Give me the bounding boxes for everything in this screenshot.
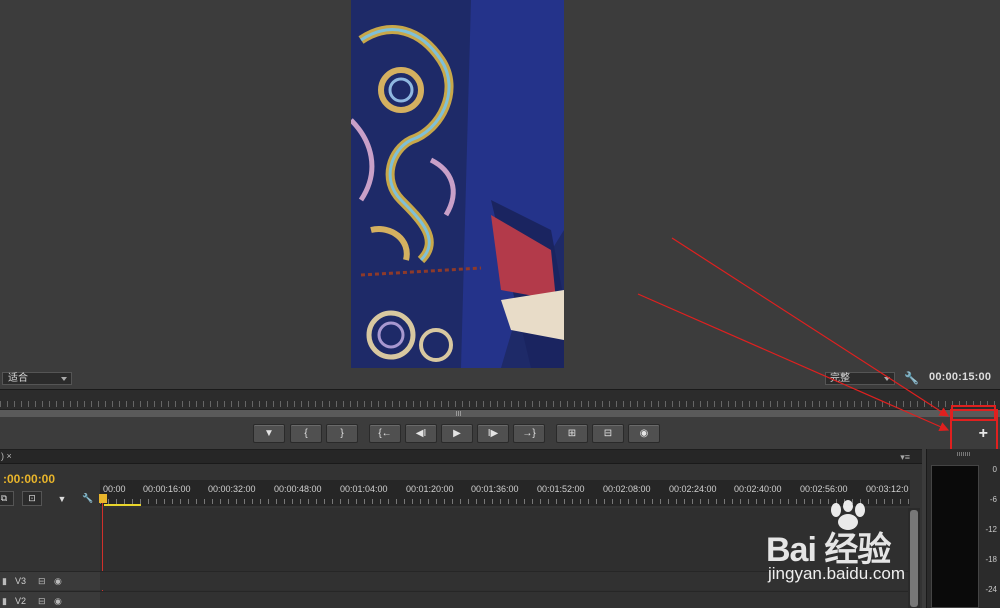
meter-scale-label: -24	[985, 585, 997, 594]
program-monitor	[0, 0, 1000, 370]
ruler-label: 00:02:24:00	[669, 484, 717, 494]
timeline-tools: ⧉ ⊡ ▼ 🔧	[0, 491, 100, 507]
meter-display	[931, 465, 979, 608]
panel-menu-icon[interactable]: ▾≡	[900, 452, 910, 463]
play-button[interactable]: ▶	[441, 424, 473, 443]
ruler-label: 00:00	[103, 484, 126, 494]
work-area-bar[interactable]	[104, 504, 141, 506]
ruler-label: 00:01:04:00	[340, 484, 388, 494]
ruler-label: 00:00:16:00	[143, 484, 191, 494]
button-editor-plus-button[interactable]: +	[950, 409, 998, 451]
snap-icon[interactable]: ⊡	[22, 491, 42, 506]
ruler-ticks	[0, 401, 1000, 407]
mark-out-button[interactable]: }	[326, 424, 358, 443]
nest-toggle-icon[interactable]: ⧉	[0, 491, 14, 506]
step-forward-button[interactable]: I▶	[477, 424, 509, 443]
extract-button[interactable]: ⊟	[592, 424, 624, 443]
step-back-icon: ◀I	[415, 428, 427, 439]
track-row-v3[interactable]	[100, 571, 908, 590]
fit-dropdown-value: 适合	[8, 373, 28, 384]
sync-lock-icon[interactable]: ⊟	[38, 576, 46, 587]
add-marker-button[interactable]: ▼	[253, 424, 285, 443]
ruler-label: 00:01:36:00	[471, 484, 519, 494]
ruler-label: 00:00:48:00	[274, 484, 322, 494]
audio-meters: 0 -6 -12 -18 -24	[926, 449, 1000, 608]
track-row-v2[interactable]	[100, 591, 908, 608]
marker-icon: ▼	[264, 428, 274, 439]
monitor-time-ruler[interactable]	[0, 389, 1000, 409]
camera-icon: ◉	[639, 428, 649, 439]
ruler-label: 00:01:20:00	[406, 484, 454, 494]
sync-lock-icon[interactable]: ⊟	[38, 596, 46, 607]
ruler-label: 00:00:32:00	[208, 484, 256, 494]
chevron-down-icon	[884, 377, 890, 381]
scrollbar-thumb[interactable]	[910, 510, 918, 607]
step-back-button[interactable]: ◀I	[405, 424, 437, 443]
timeline-timecode[interactable]: :00:00:00	[3, 472, 55, 486]
video-preview	[351, 0, 564, 368]
wrench-icon[interactable]: 🔧	[904, 371, 919, 385]
play-icon: ▶	[453, 428, 461, 439]
plus-icon: +	[978, 425, 988, 442]
ruler-label: 00:03:12:0	[866, 484, 909, 494]
ruler-label: 00:02:40:00	[734, 484, 782, 494]
meter-grip[interactable]	[957, 452, 971, 456]
playhead-handle[interactable]	[99, 494, 107, 503]
ruler-label: 00:01:52:00	[537, 484, 585, 494]
eye-icon[interactable]: ◉	[54, 576, 62, 587]
export-frame-button[interactable]: ◉	[628, 424, 660, 443]
go-to-in-button[interactable]: {←	[369, 424, 401, 443]
track-header-v2[interactable]: ▮ V2 ⊟ ◉	[0, 591, 100, 608]
transport-controls: ▼ { } {← ◀I ▶ I▶ →} ⊞ ⊟ ◉	[0, 420, 1000, 446]
lift-button[interactable]: ⊞	[556, 424, 588, 443]
playback-resolution-dropdown[interactable]: 完整	[825, 372, 895, 385]
timeline-panel: ) × ▾≡ :00:00:00 ⧉ ⊡ ▼ 🔧 00:00 00:00:16:…	[0, 449, 922, 608]
timeline-ruler[interactable]: 00:00 00:00:16:00 00:00:32:00 00:00:48:0…	[100, 480, 910, 506]
mark-in-button[interactable]: {	[290, 424, 322, 443]
timeline-ruler-ticks	[100, 499, 910, 504]
ruler-label: 00:02:08:00	[603, 484, 651, 494]
lock-icon[interactable]: ▮	[2, 596, 7, 607]
go-to-out-button[interactable]: →}	[513, 424, 545, 443]
scrollbar-grip[interactable]	[456, 411, 462, 416]
go-to-in-icon: {←	[378, 428, 392, 439]
duration-timecode: 00:00:15:00	[929, 371, 992, 383]
timeline-vertical-scrollbar[interactable]	[908, 508, 920, 608]
monitor-zoom-scrollbar[interactable]	[0, 409, 1000, 417]
track-label: V2	[15, 596, 27, 606]
fit-dropdown[interactable]: 适合	[2, 372, 72, 385]
meter-scale-label: -12	[985, 525, 997, 534]
track-header-v3[interactable]: ▮ V3 ⊟ ◉	[0, 571, 100, 590]
timeline-tab[interactable]: ) ×	[0, 451, 20, 464]
premiere-workspace: 适合 完整 🔧 00:00:15:00 ▼ { } {← ◀I ▶ I▶ →} …	[0, 0, 1000, 608]
mark-in-icon: {	[304, 428, 308, 439]
meter-scale-label: -6	[989, 495, 997, 504]
meter-scale-label: 0	[992, 465, 997, 474]
lift-icon: ⊞	[567, 428, 577, 439]
mark-out-icon: }	[340, 428, 344, 439]
wrench-icon[interactable]: 🔧	[78, 491, 98, 506]
timeline-tab-bar: ) × ▾≡	[0, 450, 922, 464]
resolution-dropdown-value: 完整	[830, 373, 850, 384]
meter-scale-label: -18	[985, 555, 997, 564]
track-label: V3	[15, 576, 27, 586]
eye-icon[interactable]: ◉	[54, 596, 62, 607]
go-to-out-icon: →}	[522, 428, 536, 439]
ruler-label: 00:02:56:00	[800, 484, 848, 494]
extract-icon: ⊟	[603, 428, 613, 439]
monitor-controls: 适合 完整 🔧 00:00:15:00	[0, 370, 1000, 386]
meter-scale: 0 -6 -12 -18 -24	[983, 463, 1000, 608]
lock-icon[interactable]: ▮	[2, 576, 7, 587]
add-marker-icon[interactable]: ▼	[52, 491, 72, 506]
step-forward-icon: I▶	[487, 428, 499, 439]
chevron-down-icon	[61, 377, 67, 381]
